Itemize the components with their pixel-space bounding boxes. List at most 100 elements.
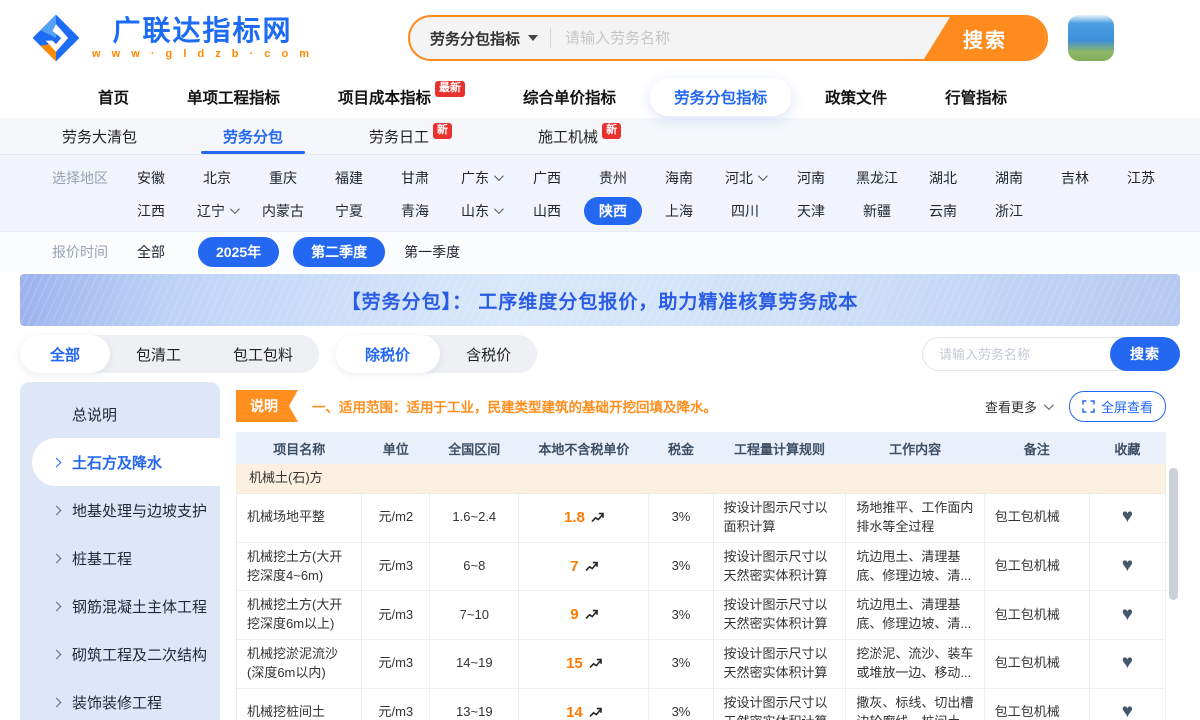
content-panel: 说明 一、适用范围：适用于工业，民建类型建筑的基础开挖回填及降水。 查看更多 全…: [222, 382, 1180, 720]
region-chip[interactable]: 广东: [448, 168, 514, 188]
region-chip[interactable]: 海南: [646, 168, 712, 188]
table-header-cell: 税金: [649, 433, 713, 464]
nav-item[interactable]: 单项工程指标: [187, 86, 280, 108]
chevron-right-icon: [52, 601, 62, 611]
fullscreen-button[interactable]: 全屏查看: [1069, 391, 1166, 422]
brand-logo[interactable]: 广联达指标网 w w w · g l d z b · c o m: [30, 12, 313, 64]
region-chip[interactable]: 河北: [712, 168, 778, 188]
region-chip[interactable]: 内蒙古: [250, 201, 316, 221]
time-option[interactable]: 第一季度: [399, 242, 465, 262]
nav-item[interactable]: 劳务分包指标: [650, 78, 791, 116]
user-avatar[interactable]: [1068, 15, 1114, 61]
region-chip[interactable]: 北京: [184, 168, 250, 188]
region-chip[interactable]: 广西: [514, 168, 580, 188]
subnav-item-label: 施工机械: [538, 126, 598, 147]
region-chip-label: 安徽: [137, 168, 165, 188]
subnav-item[interactable]: 劳务分包: [223, 118, 283, 154]
scope-filter-option[interactable]: 包清工: [110, 336, 207, 373]
local-price-cell: 9: [519, 591, 649, 640]
tax-filter-option[interactable]: 除税价: [335, 335, 440, 373]
favorite-heart-icon[interactable]: ♥: [1122, 701, 1133, 720]
sidebar-item[interactable]: 钢筋混凝土主体工程: [20, 582, 220, 630]
favorite-heart-icon[interactable]: ♥: [1122, 652, 1133, 673]
region-row-2: 江西辽宁内蒙古宁夏青海山东山西陕西上海四川天津新疆云南浙江: [98, 197, 1042, 225]
region-chip[interactable]: 云南: [910, 201, 976, 221]
subnav-item[interactable]: 劳务大清包: [62, 118, 137, 154]
region-chip-label: 甘肃: [401, 168, 429, 188]
region-chip[interactable]: 黑龙江: [844, 168, 910, 188]
region-chip[interactable]: 安徽: [118, 168, 184, 188]
site-url: w w w · g l d z b · c o m: [92, 48, 313, 60]
time-option[interactable]: 2025年: [198, 237, 279, 267]
tax-cell: 3%: [649, 640, 713, 689]
favorite-heart-icon[interactable]: ♥: [1122, 506, 1133, 527]
region-chip[interactable]: 吉林: [1042, 168, 1108, 188]
region-chip[interactable]: 天津: [778, 201, 844, 221]
region-chip[interactable]: 浙江: [976, 201, 1042, 221]
scope-filter-option[interactable]: 包工包料: [207, 336, 319, 373]
search-category-dropdown[interactable]: 劳务分包指标: [410, 28, 550, 49]
region-chip[interactable]: 福建: [316, 168, 382, 188]
sidebar-item[interactable]: 总说明: [20, 390, 220, 438]
local-price-cell: 14: [519, 688, 649, 720]
scope-filter-option[interactable]: 全部: [20, 335, 110, 373]
region-chip[interactable]: 甘肃: [382, 168, 448, 188]
subnav-item[interactable]: 施工机械新: [538, 118, 621, 154]
sidebar-item[interactable]: 桩基工程: [20, 534, 220, 582]
region-chip[interactable]: 湖北: [910, 168, 976, 188]
list-search-button[interactable]: 搜索: [1110, 337, 1180, 371]
region-chip[interactable]: 辽宁: [184, 201, 250, 221]
table-header-cell: 备注: [984, 433, 1089, 464]
favorite-heart-icon[interactable]: ♥: [1122, 604, 1133, 625]
region-chip[interactable]: 山东: [448, 201, 514, 221]
region-chip[interactable]: 河南: [778, 168, 844, 188]
item-name-cell: 机械场地平整: [237, 494, 362, 543]
view-more-button[interactable]: 查看更多: [985, 397, 1051, 416]
sidebar-item[interactable]: 地基处理与边坡支护: [20, 486, 220, 534]
region-chip[interactable]: 陕西: [580, 197, 646, 225]
favorite-heart-icon[interactable]: ♥: [1122, 555, 1133, 576]
region-chip[interactable]: 上海: [646, 201, 712, 221]
region-chip[interactable]: 四川: [712, 201, 778, 221]
region-chip-label: 海南: [665, 168, 693, 188]
trend-up-icon: [591, 512, 604, 523]
region-chip[interactable]: 江苏: [1108, 168, 1174, 188]
search-input[interactable]: [551, 30, 924, 47]
sidebar-item[interactable]: 土石方及降水: [32, 438, 220, 486]
tax-filter-option[interactable]: 含税价: [440, 336, 537, 373]
sidebar-item[interactable]: 装饰装修工程: [20, 678, 220, 720]
region-chip[interactable]: 贵州: [580, 168, 646, 188]
chevron-right-icon: [52, 505, 62, 515]
region-chip[interactable]: 山西: [514, 201, 580, 221]
table-header-cell: 收藏: [1089, 433, 1165, 464]
time-option[interactable]: 第二季度: [293, 237, 385, 267]
category-sidebar: 总说明土石方及降水地基处理与边坡支护桩基工程钢筋混凝土主体工程砌筑工程及二次结构…: [20, 382, 220, 720]
time-option[interactable]: 全部: [118, 242, 184, 262]
chevron-right-icon: [52, 553, 62, 563]
region-chip-label: 广东: [461, 168, 489, 188]
unit-cell: 元/m3: [362, 591, 430, 640]
price-value: 9: [570, 606, 578, 623]
price-value: 15: [566, 655, 583, 672]
nav-item[interactable]: 项目成本指标最新: [338, 86, 465, 108]
sidebar-item[interactable]: 砌筑工程及二次结构: [20, 630, 220, 678]
region-chip[interactable]: 重庆: [250, 168, 316, 188]
nav-item[interactable]: 综合单价指标: [523, 86, 616, 108]
table-scrollbar[interactable]: [1169, 468, 1178, 600]
search-button[interactable]: 搜索: [924, 17, 1046, 59]
nav-item[interactable]: 政策文件: [825, 86, 887, 108]
nav-item[interactable]: 行管指标: [945, 86, 1007, 108]
region-chip[interactable]: 宁夏: [316, 201, 382, 221]
nav-item[interactable]: 首页: [98, 86, 129, 108]
subnav-item[interactable]: 劳务日工新: [369, 118, 452, 154]
calc-rule-cell: 按设计图示尺寸以面积计算: [713, 494, 846, 543]
favorite-cell: ♥: [1089, 542, 1165, 591]
region-chip[interactable]: 新疆: [844, 201, 910, 221]
tax-cell: 3%: [649, 542, 713, 591]
price-value: 7: [570, 558, 578, 575]
region-chip[interactable]: 江西: [118, 201, 184, 221]
region-chip[interactable]: 湖南: [976, 168, 1042, 188]
item-name-cell: 机械挖桩间土: [237, 688, 362, 720]
subnav-item-label: 劳务日工: [369, 126, 429, 147]
region-chip[interactable]: 青海: [382, 201, 448, 221]
